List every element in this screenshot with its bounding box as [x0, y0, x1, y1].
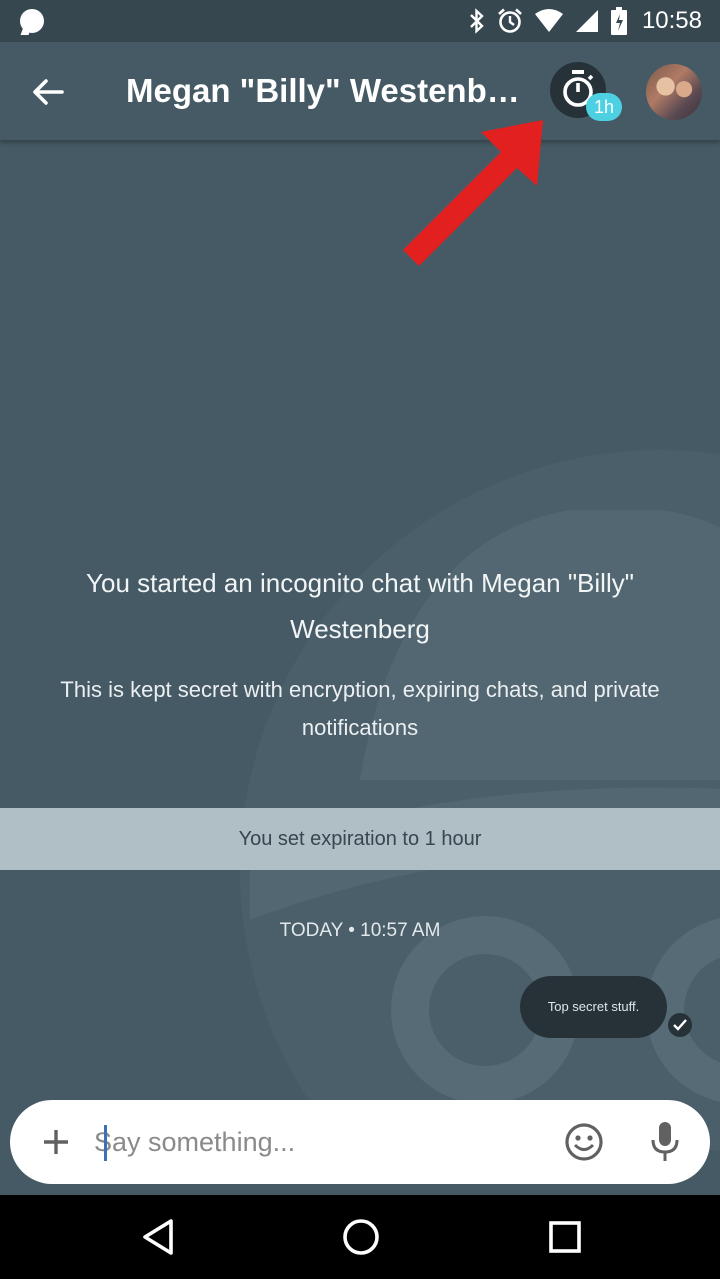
expiration-notice: You set expiration to 1 hour [0, 808, 720, 870]
voice-input-button[interactable] [650, 1120, 680, 1164]
bluetooth-icon [470, 8, 484, 34]
chat-area: You started an incognito chat with Megan… [0, 140, 720, 1195]
annotation-arrow-icon [403, 120, 543, 266]
message-bubble[interactable]: Top secret stuff. [520, 976, 667, 1038]
status-icons: 10:58 [468, 6, 702, 36]
back-triangle-icon [143, 1219, 173, 1255]
arrow-left-icon [33, 79, 64, 105]
wifi-icon [534, 9, 563, 32]
nav-back-button[interactable] [137, 1215, 179, 1259]
chat-title: Megan "Billy" Westenbe... [126, 72, 526, 109]
signal-icon [575, 10, 598, 32]
message-input[interactable] [94, 1120, 534, 1164]
incognito-intro-title: You started an incognito chat with Megan… [86, 568, 634, 644]
read-receipt-icon [668, 1013, 692, 1037]
check-icon [673, 1019, 687, 1031]
navigation-bar [0, 1195, 720, 1279]
add-attachment-button[interactable] [36, 1122, 76, 1162]
date-separator: TODAY • 10:57 AM [279, 920, 441, 941]
contact-avatar[interactable] [646, 64, 702, 120]
incognito-watermark-icon [240, 450, 720, 1150]
timer-badge: 1h [586, 93, 622, 121]
status-bar: 10:58 [0, 0, 720, 42]
emoji-button[interactable] [563, 1121, 605, 1163]
back-button[interactable] [28, 70, 72, 114]
compose-bar [10, 1100, 710, 1184]
smiley-icon [565, 1123, 603, 1161]
text-caret [104, 1125, 107, 1161]
nav-recents-button[interactable] [545, 1217, 585, 1257]
incognito-intro-body: This is kept secret with encryption, exp… [60, 677, 660, 740]
home-circle-icon [343, 1219, 379, 1255]
notification-icon [20, 9, 44, 33]
plus-icon [44, 1130, 68, 1154]
recents-square-icon [549, 1221, 581, 1253]
microphone-icon [651, 1122, 679, 1161]
app-bar: Megan "Billy" Westenbe... 1h [0, 42, 720, 140]
nav-home-button[interactable] [339, 1215, 383, 1259]
battery-icon [610, 7, 627, 35]
alarm-icon [498, 8, 522, 33]
status-time: 10:58 [641, 7, 702, 34]
